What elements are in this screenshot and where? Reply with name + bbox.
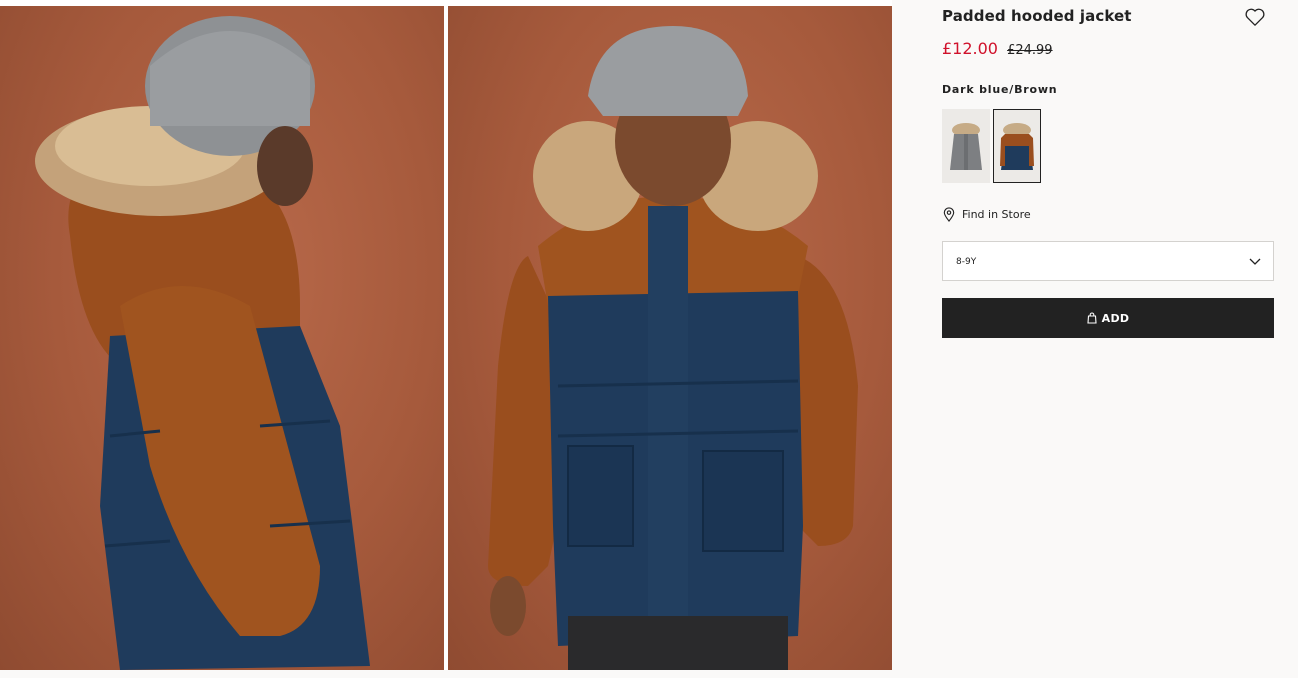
product-image-side-view[interactable] — [0, 6, 444, 670]
product-title: Padded hooded jacket — [942, 7, 1132, 25]
sale-price: £12.00 — [942, 39, 998, 58]
find-in-store-label: Find in Store — [962, 208, 1031, 221]
side-view-illustration — [35, 16, 370, 670]
swatch-dark-blue-brown[interactable] — [993, 109, 1041, 183]
price-row: £12.00 £24.99 — [942, 39, 1053, 58]
selected-color-label: Dark blue/Brown — [942, 83, 1058, 96]
front-view-illustration — [488, 26, 858, 670]
shopping-bag-icon — [1087, 312, 1097, 324]
product-image-front-view[interactable] — [448, 6, 892, 670]
original-price: £24.99 — [1007, 43, 1053, 58]
product-gallery — [0, 0, 892, 670]
add-to-bag-button[interactable]: ADD — [942, 298, 1274, 338]
swatch-grey[interactable] — [942, 109, 990, 183]
find-in-store-link[interactable]: Find in Store — [942, 207, 1031, 222]
add-button-label: ADD — [1101, 311, 1130, 325]
size-dropdown[interactable]: 8-9Y — [942, 241, 1274, 281]
size-selected-value: 8-9Y — [956, 257, 977, 267]
color-swatches — [942, 109, 1041, 183]
heart-icon[interactable] — [1244, 7, 1266, 27]
chevron-down-icon — [1249, 258, 1261, 265]
location-pin-icon — [943, 207, 955, 222]
